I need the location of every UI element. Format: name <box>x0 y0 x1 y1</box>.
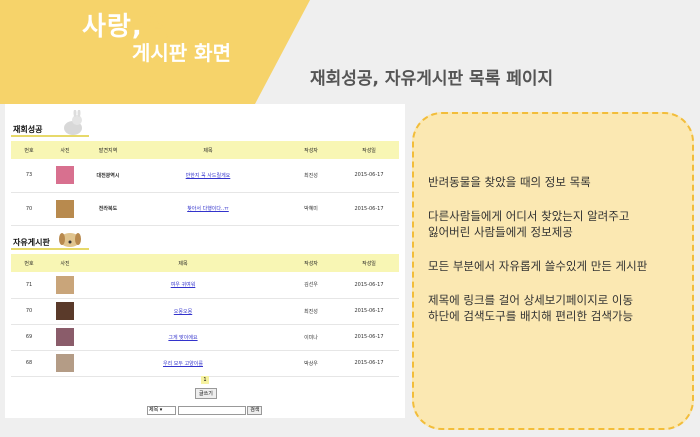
col-header: 제목 <box>83 254 283 272</box>
reunion-table: 번호 사진 발견지역 제목 작성자 작성일 73 대전광역시 반한지 꼭 사드릴… <box>11 141 399 226</box>
section-underline <box>11 248 89 250</box>
pet-photo <box>56 302 74 320</box>
slide-heading: 재회성공, 자유게시판 목록 페이지 <box>310 69 554 89</box>
row-number: 69 <box>11 324 47 351</box>
row-number: 70 <box>11 298 47 325</box>
table-row: 70 오몽오몽 최진성 2015-06-17 <box>11 298 399 325</box>
col-header: 제목 <box>133 141 283 159</box>
row-number: 71 <box>11 272 47 299</box>
row-writer: 최진성 <box>283 298 339 325</box>
pet-photo <box>56 166 74 185</box>
search-input[interactable] <box>177 406 246 415</box>
pet-photo <box>56 328 74 346</box>
row-writer: 박상우 <box>283 350 339 377</box>
row-title-link[interactable]: 반한지 꼭 사드릴게요 <box>186 173 231 179</box>
search-bar: 제목 ▾ 검색 <box>147 406 263 415</box>
pagination-page[interactable]: 1 <box>201 376 209 384</box>
table-row: 69 그게 맞이에요 이미나 2015-06-17 <box>11 324 399 351</box>
pet-photo <box>56 354 74 372</box>
note-line: 하단에 검색도구를 배치해 편리한 검색가능 <box>428 309 634 323</box>
row-number: 68 <box>11 350 47 377</box>
col-header: 작성일 <box>339 141 399 159</box>
row-region: 대전광역시 <box>83 159 133 193</box>
col-header: 번호 <box>11 141 47 159</box>
row-writer: 최진성 <box>283 159 339 193</box>
board-screenshot: 재회성공 번호 사진 발견지역 제목 작성자 작성일 73 대전광역시 반한지 … <box>5 104 405 418</box>
row-date: 2015-06-17 <box>339 272 399 299</box>
row-writer: 박혜미 <box>283 192 339 226</box>
row-region: 전라북도 <box>83 192 133 226</box>
row-number: 70 <box>11 192 47 226</box>
row-title-link[interactable]: 그게 맞이에요 <box>168 335 197 341</box>
row-date: 2015-06-17 <box>339 159 399 193</box>
row-title-link[interactable]: 오몽오몽 <box>174 309 192 315</box>
description-note: 반려동물을 찾았을 때의 정보 목록 다른사람들에게 어디서 찾았는지 알려주고… <box>412 112 694 430</box>
section-underline <box>11 135 89 137</box>
section-title-free: 자유게시판 <box>13 237 50 247</box>
row-writer: 김선우 <box>283 272 339 299</box>
note-line: 다른사람들에게 어디서 찾았는지 알려주고 <box>428 209 630 223</box>
free-board-table: 번호 사진 제목 작성자 작성일 71 여우 귀여워 김선우 2015-06-1… <box>11 254 399 377</box>
pet-photo <box>56 199 74 218</box>
dog-icon <box>59 233 81 247</box>
section-title-reunion: 재회성공 <box>13 124 43 134</box>
note-line: 반려동물을 찾았을 때의 정보 목록 <box>428 175 591 189</box>
col-header: 작성일 <box>339 254 399 272</box>
note-line: 모든 부분에서 자유롭게 쓸수있게 만든 게시판 <box>428 259 648 273</box>
row-title-link[interactable]: 우리 모두 고양이를 <box>163 361 203 367</box>
col-header: 번호 <box>11 254 47 272</box>
col-header: 사진 <box>47 141 83 159</box>
table-row: 73 대전광역시 반한지 꼭 사드릴게요 최진성 2015-06-17 <box>11 159 399 193</box>
row-number: 73 <box>11 159 47 193</box>
table-row: 68 우리 모두 고양이를 박상우 2015-06-17 <box>11 350 399 377</box>
rabbit-icon <box>64 110 82 135</box>
row-title-link[interactable]: 여우 귀여워 <box>171 282 196 288</box>
col-header: 사진 <box>47 254 83 272</box>
row-date: 2015-06-17 <box>339 298 399 325</box>
search-field-select[interactable]: 제목 ▾ <box>147 406 176 415</box>
table-row: 71 여우 귀여워 김선우 2015-06-17 <box>11 272 399 299</box>
slide-subtitle: 게시판 화면 <box>132 41 231 65</box>
row-date: 2015-06-17 <box>339 350 399 377</box>
write-button[interactable]: 글쓰기 <box>195 388 217 399</box>
row-title-link[interactable]: 찾아서 다행이다..ㅠ <box>187 206 229 212</box>
presentation-slide: 사랑,愛 게시판 화면 재회성공, 자유게시판 목록 페이지 재회성공 번호 사… <box>0 0 700 437</box>
pet-photo <box>56 275 74 294</box>
table-row: 70 전라북도 찾아서 다행이다..ㅠ 박혜미 2015-06-17 <box>11 192 399 226</box>
col-header: 발견지역 <box>83 141 133 159</box>
col-header: 작성자 <box>283 254 339 272</box>
row-date: 2015-06-17 <box>339 192 399 226</box>
note-line: 잃어버린 사람들에게 정보제공 <box>428 225 573 239</box>
note-line: 제목에 링크를 걸어 상세보기페이지로 이동 <box>428 293 634 307</box>
col-header: 작성자 <box>283 141 339 159</box>
search-button[interactable]: 검색 <box>247 406 263 415</box>
row-date: 2015-06-17 <box>339 324 399 351</box>
row-writer: 이미나 <box>283 324 339 351</box>
